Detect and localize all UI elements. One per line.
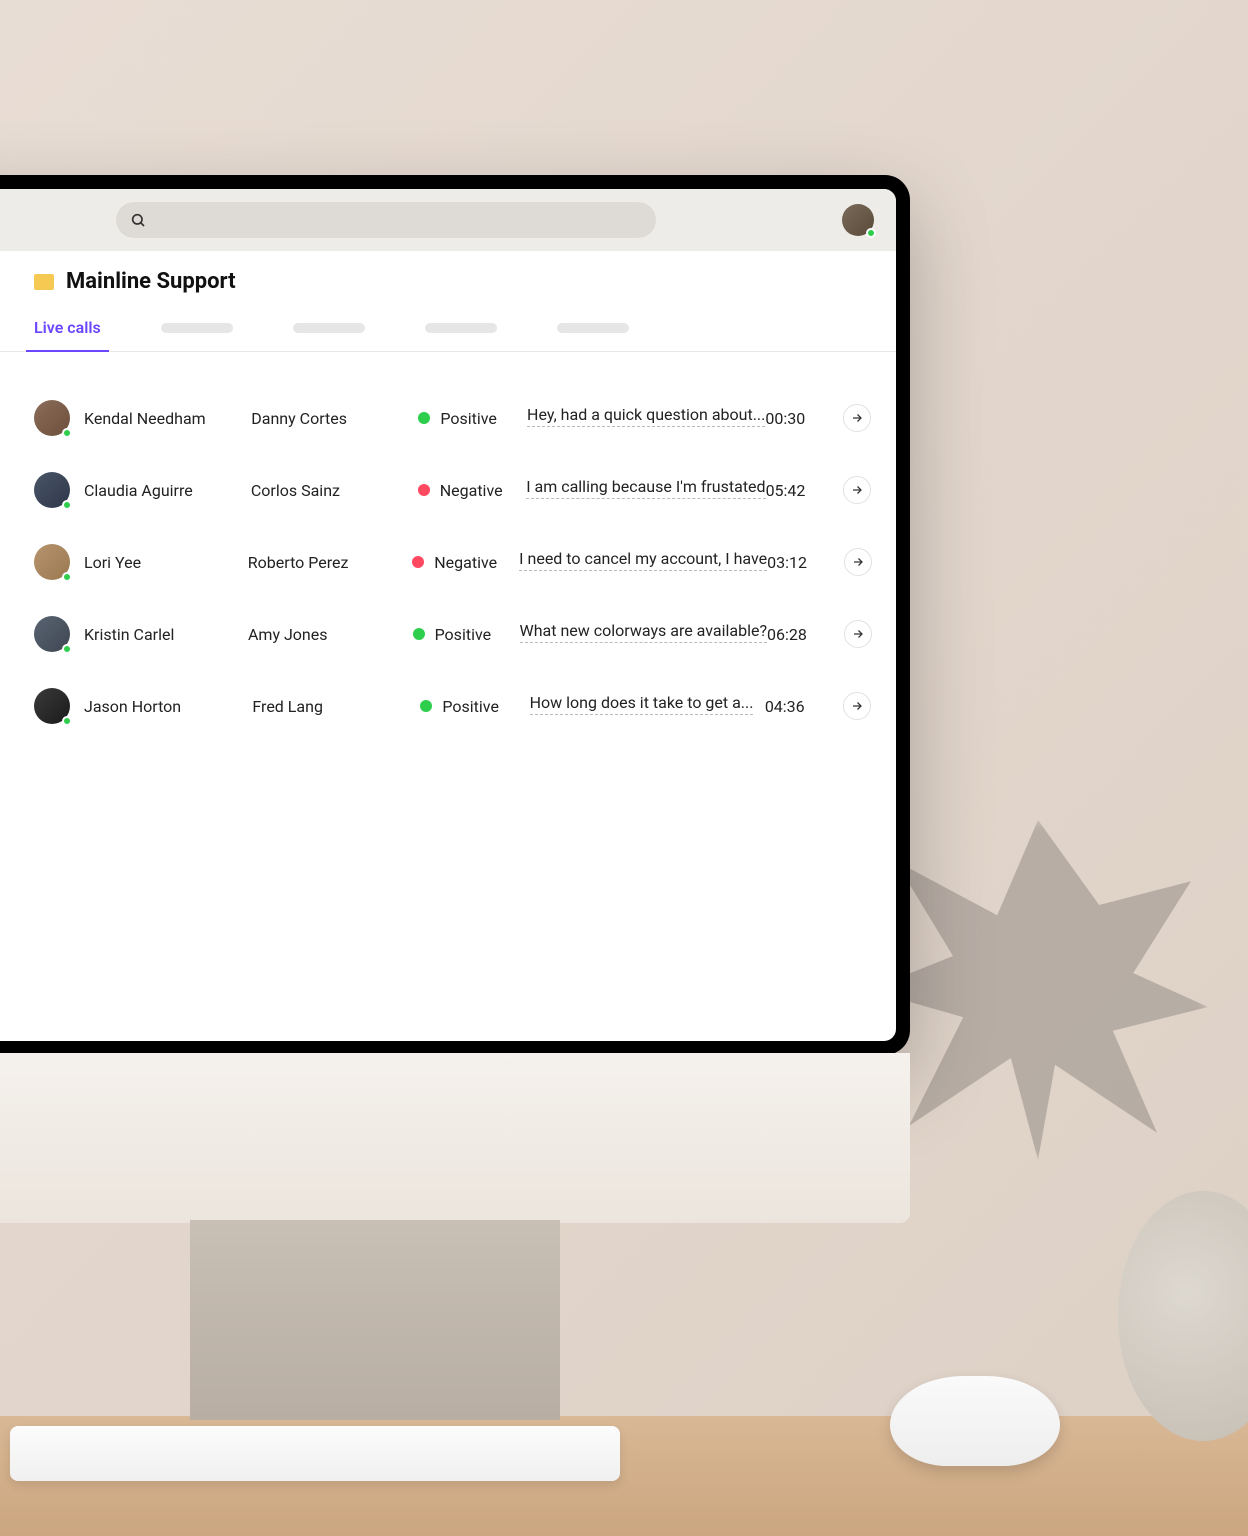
agent-avatar [34, 472, 70, 508]
agent-name: Jason Horton [84, 697, 181, 716]
vase [1118, 1191, 1248, 1441]
snippet-text[interactable]: I am calling because I'm frustated [526, 477, 765, 499]
sentiment-cell: Negative [412, 553, 519, 572]
status-online-icon [62, 500, 72, 510]
tab-placeholder[interactable] [425, 323, 497, 333]
customer-name: Corlos Sainz [251, 481, 418, 500]
page-title: Mainline Support [66, 269, 236, 294]
calls-table: Kendal Needham Danny Cortes Positive Hey, h… [0, 352, 896, 742]
duration: 06:28 [767, 625, 841, 644]
sentiment-label: Negative [434, 553, 497, 572]
agent-avatar [34, 688, 70, 724]
search-icon [130, 212, 146, 228]
status-online-icon [62, 428, 72, 438]
arrow-right-icon [851, 484, 863, 496]
search-input[interactable] [116, 202, 656, 238]
sentiment-cell: Negative [418, 481, 526, 500]
sentiment-dot-icon [418, 412, 430, 424]
snippet-text[interactable]: How long does it take to get a... [530, 693, 754, 715]
tab-placeholder[interactable] [293, 323, 365, 333]
customer-name: Danny Cortes [251, 409, 418, 428]
open-call-button[interactable] [844, 620, 872, 648]
agent-name: Claudia Aguirre [84, 481, 193, 500]
customer-name: Fred Lang [252, 697, 420, 716]
search-wrap [116, 202, 656, 238]
sentiment-label: Positive [435, 625, 492, 644]
agent-name: Kristin Carlel [84, 625, 174, 644]
duration: 04:36 [765, 697, 841, 716]
keyboard [10, 1426, 620, 1481]
monitor-stand [190, 1220, 560, 1420]
monitor-chin [0, 1053, 910, 1223]
decorative-shadow [868, 820, 1208, 1160]
tab-placeholder[interactable] [161, 323, 233, 333]
open-call-button[interactable] [844, 548, 872, 576]
sentiment-cell: Positive [413, 625, 520, 644]
call-row[interactable]: Claudia Aguirre Corlos Sainz Negative I am … [34, 454, 874, 526]
customer-name: Roberto Perez [248, 553, 412, 572]
tab-placeholder[interactable] [557, 323, 629, 333]
tabs: Live calls [0, 304, 896, 352]
arrow-right-icon [851, 412, 863, 424]
call-row[interactable]: Jason Horton Fred Lang Positive How long do… [34, 670, 874, 742]
duration: 05:42 [766, 481, 841, 500]
sentiment-label: Negative [440, 481, 503, 500]
agent-avatar [34, 616, 70, 652]
sentiment-label: Positive [440, 409, 497, 428]
open-call-button[interactable] [843, 692, 871, 720]
open-call-button[interactable] [843, 404, 871, 432]
agent-name: Kendal Needham [84, 409, 206, 428]
status-online-icon [62, 572, 72, 582]
title-row: Mainline Support [0, 251, 896, 304]
snippet-text[interactable]: Hey, had a quick question about... [527, 405, 765, 427]
call-row[interactable]: Kendal Needham Danny Cortes Positive Hey, h… [34, 382, 874, 454]
app-screen: Mainline Support Live calls Kendal Needh… [0, 189, 896, 1041]
arrow-right-icon [852, 556, 864, 568]
sentiment-dot-icon [413, 628, 425, 640]
status-online-icon [866, 228, 876, 238]
arrow-right-icon [851, 700, 863, 712]
agent-avatar [34, 400, 70, 436]
sentiment-cell: Positive [420, 697, 529, 716]
call-row[interactable]: Kristin Carlel Amy Jones Positive What new … [34, 598, 874, 670]
monitor-frame: Mainline Support Live calls Kendal Needh… [0, 175, 910, 1055]
folder-icon [34, 274, 54, 290]
agent-avatar [34, 544, 70, 580]
sentiment-dot-icon [420, 700, 432, 712]
user-avatar[interactable] [842, 204, 874, 236]
customer-name: Amy Jones [248, 625, 413, 644]
sentiment-dot-icon [418, 484, 430, 496]
mouse [890, 1376, 1060, 1466]
sentiment-label: Positive [442, 697, 499, 716]
tab-live-calls[interactable]: Live calls [34, 318, 101, 351]
agent-name: Lori Yee [84, 553, 141, 572]
call-row[interactable]: Lori Yee Roberto Perez Negative I need to c… [34, 526, 874, 598]
sentiment-cell: Positive [418, 409, 527, 428]
status-online-icon [62, 716, 72, 726]
snippet-text[interactable]: I need to cancel my account, I have [519, 549, 767, 571]
sentiment-dot-icon [412, 556, 424, 568]
status-online-icon [62, 644, 72, 654]
arrow-right-icon [852, 628, 864, 640]
snippet-text[interactable]: What new colorways are available? [520, 621, 767, 643]
app-header [0, 189, 896, 251]
open-call-button[interactable] [843, 476, 871, 504]
duration: 03:12 [767, 553, 841, 572]
duration: 00:30 [765, 409, 840, 428]
